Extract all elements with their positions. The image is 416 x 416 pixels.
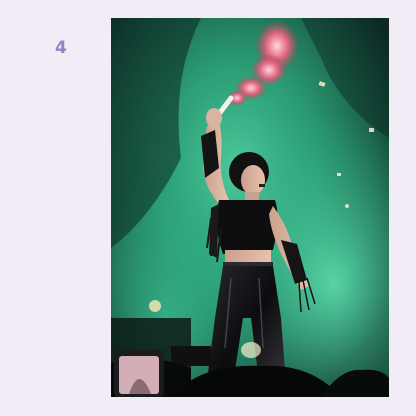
concert-photo [111, 18, 389, 397]
page-number: 4 [55, 38, 67, 58]
concert-photo-illustration [111, 18, 389, 397]
